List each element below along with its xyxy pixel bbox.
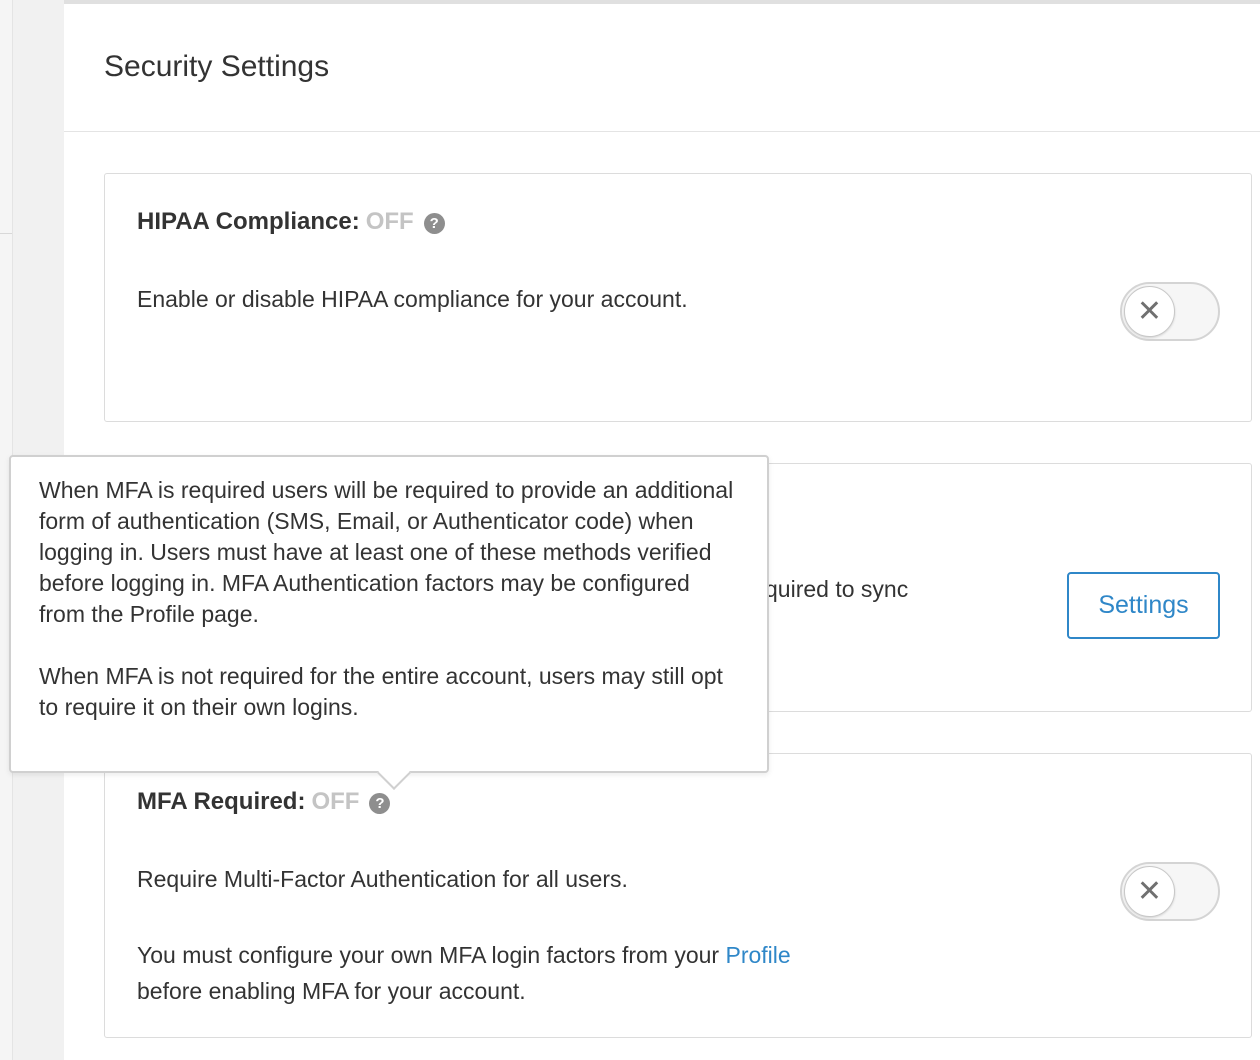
mfa-help-icon[interactable]: ? <box>369 793 391 814</box>
hipaa-title: HIPAA Compliance: <box>137 208 360 235</box>
mfa-help-tooltip: When MFA is required users will be requi… <box>9 455 769 790</box>
toggle-off-x-icon: ✕ <box>1124 866 1175 917</box>
hipaa-description: Enable or disable HIPAA compliance for y… <box>137 286 688 312</box>
hipaa-title-row: HIPAA Compliance: OFF? <box>137 208 445 236</box>
mfa-required-card: MFA Required: OFF? Require Multi-Factor A… <box>104 753 1252 1038</box>
tooltip-paragraph-2: When MFA is not required for the entire … <box>39 663 723 720</box>
mfa-status-badge: OFF <box>311 788 360 815</box>
mfa-title: MFA Required: <box>137 788 306 815</box>
mfa-title-row: MFA Required: OFF? <box>137 788 391 816</box>
tooltip-paragraph-1: When MFA is required users will be requi… <box>39 477 734 627</box>
mfa-description: Require Multi-Factor Authentication for … <box>137 866 628 892</box>
mfa-note: You must configure your own MFA login fa… <box>137 937 791 1009</box>
page-title: Security Settings <box>104 50 330 83</box>
mfa-toggle[interactable]: ✕ <box>1120 862 1220 921</box>
toggle-off-x-icon: ✕ <box>1124 286 1175 337</box>
mfa-note-after-link: before enabling MFA for your account. <box>137 978 526 1004</box>
hipaa-toggle[interactable]: ✕ <box>1120 282 1220 341</box>
page-header: Security Settings <box>64 4 1260 132</box>
sync-description-fragment: quired to sync <box>765 576 909 602</box>
hipaa-status-badge: OFF <box>365 208 414 235</box>
mfa-note-before-link: You must configure your own MFA login fa… <box>137 942 720 968</box>
profile-link[interactable]: Profile <box>725 942 790 968</box>
settings-button[interactable]: Settings <box>1067 572 1220 639</box>
gutter-divider <box>0 233 12 234</box>
hipaa-compliance-card: HIPAA Compliance: OFF? Enable or disable … <box>104 173 1252 422</box>
hipaa-help-icon[interactable]: ? <box>423 213 445 234</box>
